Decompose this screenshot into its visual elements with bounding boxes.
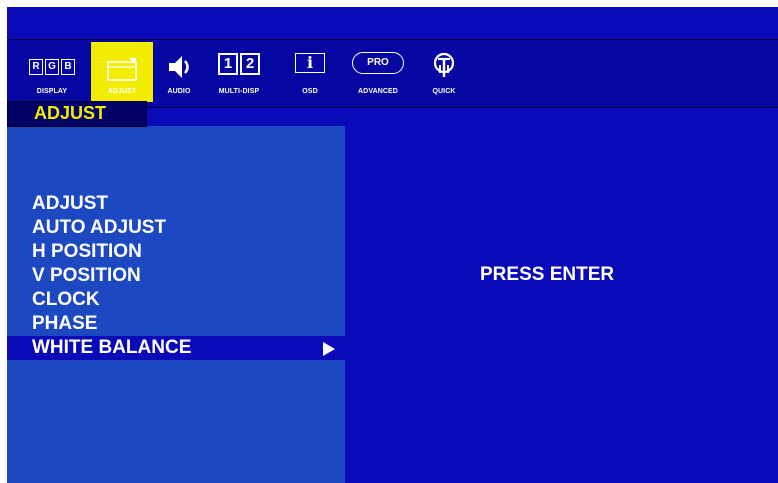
tab-adjust-label: ADJUST bbox=[107, 88, 137, 95]
menu-list: ADJUST AUTO ADJUST H POSITION V POSITION… bbox=[7, 192, 345, 360]
submenu-arrow-icon bbox=[323, 342, 335, 356]
section-title-box: ADJUST bbox=[7, 101, 147, 127]
menu-item-v-position[interactable]: V POSITION bbox=[7, 264, 345, 288]
tab-advanced-label: ADVANCED bbox=[358, 88, 398, 95]
menu-panel: ADJUST AUTO ADJUST H POSITION V POSITION… bbox=[7, 126, 345, 483]
tab-osd[interactable]: i OSD bbox=[285, 42, 335, 102]
menu-item-auto-adjust[interactable]: AUTO ADJUST bbox=[7, 216, 345, 240]
tab-bar: RGB DISPLAY ADJUST AUDIO 1 2 MULTI-DISP … bbox=[7, 39, 778, 108]
tab-quick[interactable]: QUICK bbox=[427, 42, 461, 102]
menu-item-white-balance[interactable]: WHITE BALANCE bbox=[7, 336, 345, 360]
detail-panel: PRESS ENTER bbox=[345, 108, 778, 483]
speaker-icon bbox=[159, 52, 199, 78]
tab-multi-disp-label: MULTI-DISP bbox=[218, 88, 260, 95]
tab-audio-label: AUDIO bbox=[167, 88, 191, 95]
menu-item-h-position[interactable]: H POSITION bbox=[7, 240, 345, 264]
menu-item-clock[interactable]: CLOCK bbox=[7, 288, 345, 312]
menu-item-adjust[interactable]: ADJUST bbox=[7, 192, 345, 216]
info-icon: i bbox=[285, 53, 335, 77]
tab-adjust[interactable]: ADJUST bbox=[91, 42, 153, 102]
section-title: ADJUST bbox=[34, 103, 107, 123]
tab-osd-label: OSD bbox=[302, 88, 318, 95]
tab-display[interactable]: RGB DISPLAY bbox=[26, 42, 78, 102]
menu-item-phase[interactable]: PHASE bbox=[7, 312, 345, 336]
tab-audio[interactable]: AUDIO bbox=[159, 42, 199, 102]
multi-display-icon: 12 bbox=[207, 53, 271, 77]
osd-menu: RGB DISPLAY ADJUST AUDIO 1 2 MULTI-DISP … bbox=[7, 7, 778, 483]
tab-multi-disp[interactable]: 12 MULTI-DISP bbox=[207, 42, 271, 102]
adjust-icon bbox=[91, 56, 153, 81]
rgb-icon: RGB bbox=[26, 56, 78, 80]
pro-icon: PRO bbox=[349, 52, 407, 76]
tab-advanced[interactable]: PRO ADVANCED bbox=[349, 42, 407, 102]
tab-display-label: DISPLAY bbox=[36, 88, 68, 95]
quick-icon bbox=[427, 51, 461, 77]
press-enter-message: PRESS ENTER bbox=[480, 264, 615, 285]
tab-quick-label: QUICK bbox=[432, 88, 456, 95]
top-bar bbox=[7, 7, 778, 39]
